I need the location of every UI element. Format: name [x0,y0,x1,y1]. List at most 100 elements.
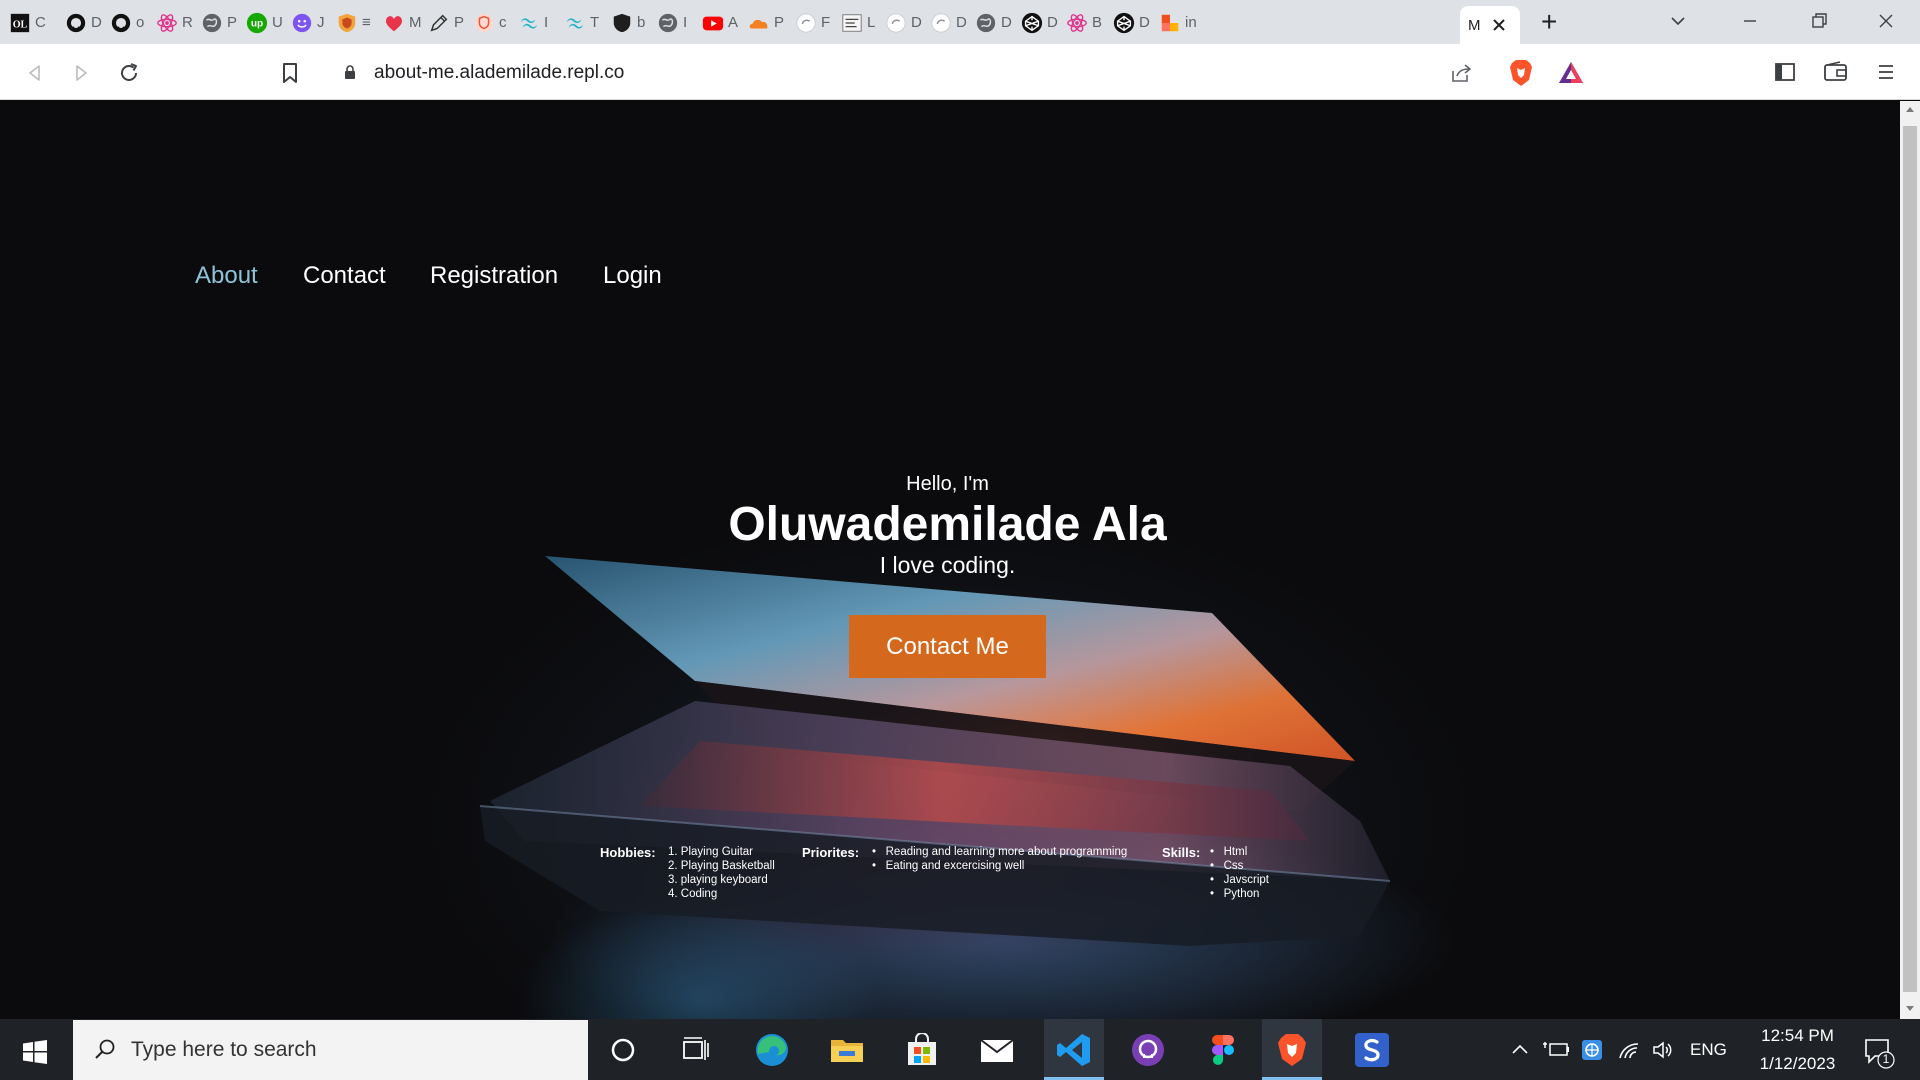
nav-contact[interactable]: Contact [303,262,386,290]
hero-name: Oluwademilade Ala [728,498,1167,551]
tab-title: in [1185,14,1197,31]
youtube-icon [701,11,725,35]
nav-registration[interactable]: Registration [430,262,558,290]
round-icon [929,11,953,35]
scrollbar-thumb[interactable] [1903,126,1917,992]
scroll-up-arrow-icon[interactable] [1905,105,1915,113]
vscode-icon[interactable] [1054,1030,1094,1070]
network-app-icon[interactable] [1580,1038,1604,1062]
clock-date[interactable]: 1/12/2023 [1750,1054,1845,1074]
mail-icon[interactable] [977,1030,1017,1070]
svg-text:OL: OL [13,19,28,30]
browser-tab[interactable]: A [701,8,738,37]
browser-tab[interactable]: c [472,8,507,37]
browser-tab[interactable]: T [563,8,599,37]
clock-time[interactable]: 12:54 PM [1750,1026,1845,1046]
dark-shield-icon [610,11,634,35]
taskbar-search-box[interactable]: Type here to search [73,1020,588,1080]
browser-tab[interactable]: P [747,8,784,37]
tab-title: P [454,14,465,31]
battery-icon[interactable] [1542,1038,1570,1060]
page-scrollbar[interactable] [1900,101,1920,1019]
tab-title: A [728,14,739,31]
wifi-icon[interactable] [1617,1039,1641,1061]
menu-icon[interactable] [1877,61,1895,83]
file-explorer-icon[interactable] [827,1030,867,1070]
tab-title: P [774,14,785,31]
browser-tab[interactable]: OL C [8,8,46,37]
shield-badge-icon [335,11,359,35]
skill-text: Python [1223,888,1260,900]
brave-shields-icon[interactable] [1508,58,1534,88]
search-placeholder[interactable]: Type here to search [131,1038,317,1062]
contact-me-button[interactable]: Contact Me [849,615,1046,678]
restore-icon[interactable] [1810,12,1828,30]
browser-tab[interactable]: I [656,8,687,37]
close-tab-icon[interactable] [1491,17,1507,33]
active-tab-title: M [1468,16,1481,34]
tab-title: ≡ [362,14,371,31]
hobby-item: 1. Playing Guitar [668,846,754,858]
browser-tab[interactable]: o [109,8,144,37]
codepen-icon [1020,11,1044,35]
window-close-icon[interactable] [1877,12,1895,30]
notification-count: 1 [1882,1052,1890,1066]
browser-tab[interactable]: D [1112,8,1150,37]
browser-tab[interactable]: P [200,8,237,37]
show-hidden-icons-icon[interactable] [1510,1041,1530,1057]
browser-tab[interactable]: D [64,8,102,37]
browser-tab[interactable]: L [840,8,875,37]
address-bar[interactable]: about-me.alademilade.repl.co [323,54,1598,91]
browser-tab[interactable]: ≡ [335,8,371,37]
simplenote-icon[interactable] [1352,1030,1392,1070]
forward-icon[interactable] [70,62,92,84]
sidebar-icon[interactable] [1773,61,1797,83]
skill-text: Css [1223,860,1244,872]
microsoft-store-icon[interactable] [902,1030,942,1070]
figma-icon[interactable] [1203,1030,1243,1070]
scroll-down-arrow-icon[interactable] [1905,1005,1915,1013]
hero-greeting: Hello, I'm [906,473,989,495]
tab-title: I [544,14,549,31]
browser-tab[interactable]: up U [245,8,283,37]
share-icon[interactable] [1450,62,1474,84]
browser-tab[interactable]: P [427,8,464,37]
new-tab-button[interactable]: + [1541,8,1557,36]
browser-tab[interactable]: D [929,8,967,37]
task-view-icon[interactable] [676,1030,716,1070]
windows-start-icon[interactable] [22,1040,48,1064]
minimize-icon[interactable] [1741,12,1759,30]
nav-about[interactable]: About [195,262,258,290]
brave-rewards-icon[interactable] [1557,60,1585,86]
wallet-icon[interactable] [1823,61,1849,83]
github-desktop-icon[interactable] [1128,1030,1168,1070]
notification-center-icon[interactable]: 1 [1863,1036,1895,1070]
back-icon[interactable] [24,62,46,84]
reload-icon[interactable] [117,61,141,85]
tab-search-icon[interactable] [1669,12,1687,30]
volume-icon[interactable] [1651,1039,1675,1061]
browser-tab[interactable]: I [517,8,548,37]
active-tab[interactable]: M [1460,6,1520,44]
cortana-icon[interactable] [603,1030,643,1070]
browser-tab[interactable]: D [884,8,922,37]
upwork-icon: up [245,11,269,35]
url-text[interactable]: about-me.alademilade.repl.co [374,62,624,84]
browser-tab[interactable]: D [1020,8,1058,37]
browser-tab[interactable]: D [974,8,1012,37]
browser-tab[interactable]: R [155,8,193,37]
browser-tab[interactable]: in [1158,8,1197,37]
tab-title: L [867,14,876,31]
browser-tab[interactable]: b [610,8,645,37]
edge-icon[interactable] [752,1030,792,1070]
brave-icon[interactable] [1272,1030,1312,1070]
browser-tab[interactable]: F [794,8,830,37]
tab-title: R [182,14,193,31]
browser-tab[interactable]: M [382,8,422,37]
language-indicator[interactable]: ENG [1690,1040,1727,1060]
bookmark-icon[interactable] [279,61,301,85]
hobby-item: 2. Playing Basketball [668,860,775,872]
browser-tab[interactable]: J [290,8,325,37]
nav-login[interactable]: Login [603,262,662,290]
browser-tab[interactable]: B [1065,8,1102,37]
